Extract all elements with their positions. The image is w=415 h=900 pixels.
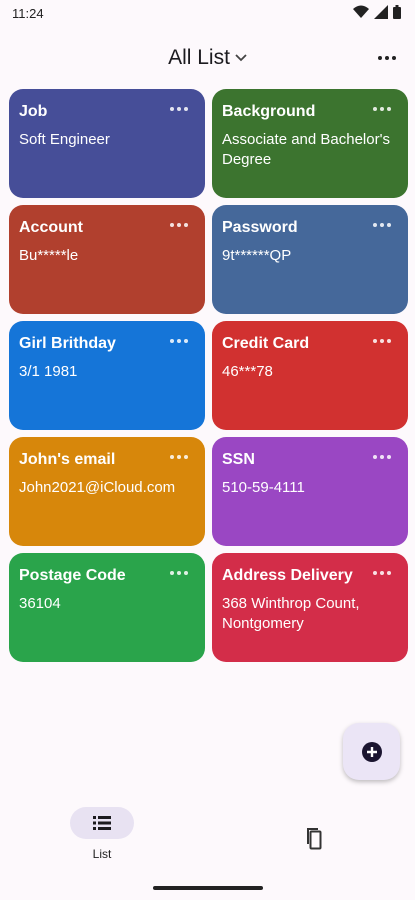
card-johns-email[interactable]: John's email John2021@iCloud.com [9, 437, 205, 546]
bottom-navigation: List [0, 800, 415, 870]
more-horizontal-icon[interactable] [169, 568, 189, 578]
nav-item-list[interactable]: List [70, 807, 134, 863]
more-horizontal-icon[interactable] [372, 104, 392, 114]
home-indicator [153, 886, 263, 890]
more-options-button[interactable] [375, 48, 399, 68]
more-horizontal-icon[interactable] [372, 336, 392, 346]
card-account[interactable]: Account Bu*****le [9, 205, 205, 314]
header: All List [0, 40, 415, 76]
page-title: All List [168, 46, 230, 69]
status-time: 11:24 [12, 6, 44, 21]
more-horizontal-icon[interactable] [372, 452, 392, 462]
card-background[interactable]: Background Associate and Bachelor's Degr… [212, 89, 408, 198]
card-credit-card[interactable]: Credit Card 46***78 [212, 321, 408, 430]
card-value: Bu*****le [19, 247, 79, 264]
card-postage-code[interactable]: Postage Code 36104 [9, 553, 205, 662]
more-horizontal-icon[interactable] [372, 220, 392, 230]
list-icon [93, 816, 111, 830]
nav-item-copy[interactable] [295, 821, 329, 855]
card-value: 36104 [19, 595, 61, 612]
copy-icon [307, 828, 322, 850]
card-value: John2021@iCloud.com [19, 479, 176, 496]
chevron-down-icon [235, 54, 247, 62]
card-value: 368 Winthrop Count, Nontgomery [222, 595, 360, 632]
status-icons [353, 5, 401, 19]
card-address-delivery[interactable]: Address Delivery 368 Winthrop Count, Non… [212, 553, 408, 662]
wifi-icon [353, 5, 369, 18]
more-horizontal-icon[interactable] [169, 336, 189, 346]
card-value: 46***78 [222, 363, 273, 380]
card-ssn[interactable]: SSN 510-59-4111 [212, 437, 408, 546]
battery-icon [393, 5, 401, 19]
more-horizontal-icon[interactable] [169, 104, 189, 114]
more-horizontal-icon[interactable] [372, 568, 392, 578]
list-filter-dropdown[interactable]: All List [0, 46, 415, 70]
card-value: Associate and Bachelor's Degree [222, 131, 390, 168]
card-value: 510-59-4111 [222, 479, 305, 496]
card-value: 9t******QP [222, 247, 292, 264]
card-value: Soft Engineer [19, 131, 110, 148]
card-job[interactable]: Job Soft Engineer [9, 89, 205, 198]
nav-label-list: List [92, 847, 112, 861]
status-bar: 11:24 [0, 0, 415, 28]
card-value: 3/1 1981 [19, 363, 78, 380]
card-grid: Job Soft Engineer Background Associate a… [9, 89, 408, 662]
signal-icon [374, 5, 388, 19]
more-horizontal-icon[interactable] [169, 220, 189, 230]
add-circle-icon [361, 741, 382, 762]
more-horizontal-icon [378, 56, 396, 60]
add-item-button[interactable] [343, 723, 400, 780]
nav-active-indicator [70, 807, 134, 839]
more-horizontal-icon[interactable] [169, 452, 189, 462]
card-girl-birthday[interactable]: Girl Brithday 3/1 1981 [9, 321, 205, 430]
card-password[interactable]: Password 9t******QP [212, 205, 408, 314]
